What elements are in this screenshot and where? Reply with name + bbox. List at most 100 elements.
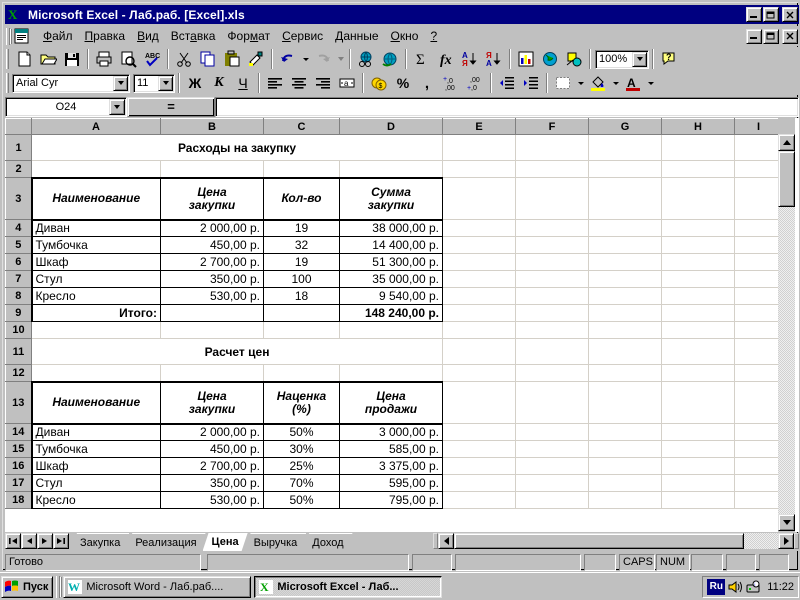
fill-color-icon[interactable] bbox=[586, 72, 610, 94]
cell-f10[interactable] bbox=[515, 321, 589, 339]
cell-t2-r3-name[interactable]: Стул bbox=[30, 474, 161, 492]
cell-t2-r1-price[interactable]: 450,00 р. bbox=[160, 440, 264, 458]
cell-t1-hdr-qty[interactable]: Кол-во bbox=[263, 176, 340, 220]
doc-close-button[interactable] bbox=[782, 28, 798, 44]
cell-t1-r1-name[interactable]: Тумбочка bbox=[30, 236, 161, 254]
align-center-icon[interactable] bbox=[287, 72, 311, 94]
cell-t1-r0-name[interactable]: Диван bbox=[30, 218, 161, 237]
currency-icon[interactable]: $ bbox=[367, 72, 391, 94]
cell-e18[interactable] bbox=[442, 491, 516, 509]
menu-item-file[interactable]: Файл bbox=[37, 27, 79, 45]
cell-g14[interactable] bbox=[588, 423, 662, 441]
cell-t2-r2-name[interactable]: Шкаф bbox=[30, 457, 161, 475]
cell-i9[interactable] bbox=[734, 304, 783, 322]
horizontal-scroll-thumb[interactable] bbox=[454, 533, 744, 549]
sheet-tab-dohod[interactable]: Доход bbox=[303, 533, 352, 550]
row-header-17[interactable]: 17 bbox=[5, 474, 32, 492]
cell-g10[interactable] bbox=[588, 321, 662, 339]
chart-wizard-icon[interactable] bbox=[514, 48, 538, 70]
insert-hyperlink-icon[interactable] bbox=[354, 48, 378, 70]
standard-toolbar-gripper[interactable] bbox=[6, 49, 9, 69]
print-icon[interactable] bbox=[92, 48, 116, 70]
cell-t2-r0-price[interactable]: 2 000,00 р. bbox=[160, 422, 264, 441]
cell-f3[interactable] bbox=[515, 177, 589, 220]
cell-h4[interactable] bbox=[661, 219, 735, 237]
cell-f9[interactable] bbox=[515, 304, 589, 322]
row-header-1[interactable]: 1 bbox=[5, 134, 32, 161]
comma-icon[interactable]: , bbox=[415, 72, 439, 94]
cell-t2-r4-sale[interactable]: 795,00 р. bbox=[339, 491, 443, 509]
cell-t2-r3-sale[interactable]: 595,00 р. bbox=[339, 474, 443, 492]
cell-i17[interactable] bbox=[734, 474, 783, 492]
cell-t1-r2-qty[interactable]: 19 bbox=[263, 253, 340, 271]
language-indicator[interactable]: Ru bbox=[707, 578, 726, 595]
scroll-down-button[interactable] bbox=[778, 514, 795, 531]
cell-t1-hdr-name[interactable]: Наименование bbox=[30, 176, 161, 220]
row-header-12[interactable]: 12 bbox=[5, 364, 32, 382]
select-all-corner[interactable] bbox=[5, 118, 32, 135]
next-sheet-icon[interactable] bbox=[37, 533, 53, 549]
cell-i1[interactable] bbox=[734, 134, 783, 161]
map-icon[interactable] bbox=[538, 48, 562, 70]
cell-b12[interactable] bbox=[160, 364, 264, 382]
open-folder-icon[interactable] bbox=[36, 48, 60, 70]
cell-g1[interactable] bbox=[588, 134, 662, 161]
cell-g8[interactable] bbox=[588, 287, 662, 305]
column-header-f[interactable]: F bbox=[515, 118, 589, 135]
cell-t1-r1-qty[interactable]: 32 bbox=[263, 236, 340, 254]
row-header-10[interactable]: 10 bbox=[5, 321, 32, 339]
row-header-7[interactable]: 7 bbox=[5, 270, 32, 288]
cell-t1-r4-price[interactable]: 530,00 р. bbox=[160, 287, 264, 305]
row-header-14[interactable]: 14 bbox=[5, 423, 32, 441]
row-header-9[interactable]: 9 bbox=[5, 304, 32, 322]
prev-sheet-icon[interactable] bbox=[21, 533, 37, 549]
cell-h2[interactable] bbox=[661, 160, 735, 178]
menu-item-format[interactable]: Формат bbox=[221, 27, 276, 45]
cell-g18[interactable] bbox=[588, 491, 662, 509]
cell-i2[interactable] bbox=[734, 160, 783, 178]
cell-f5[interactable] bbox=[515, 236, 589, 254]
cell-i7[interactable] bbox=[734, 270, 783, 288]
cell-d12[interactable] bbox=[339, 364, 443, 382]
minimize-button[interactable] bbox=[746, 7, 762, 22]
cell-t1-total-blank2[interactable] bbox=[263, 304, 340, 322]
cell-t1-r2-name[interactable]: Шкаф bbox=[30, 253, 161, 271]
sheet-tab-realizaciya[interactable]: Реализация bbox=[126, 533, 205, 550]
cell-h17[interactable] bbox=[661, 474, 735, 492]
cell-h6[interactable] bbox=[661, 253, 735, 271]
cell-g9[interactable] bbox=[588, 304, 662, 322]
cell-b2[interactable] bbox=[160, 160, 264, 178]
edit-formula-button[interactable]: = bbox=[127, 96, 215, 117]
cell-h14[interactable] bbox=[661, 423, 735, 441]
cell-g12[interactable] bbox=[588, 364, 662, 382]
copy-icon[interactable] bbox=[196, 48, 220, 70]
column-header-d[interactable]: D bbox=[339, 118, 443, 135]
menu-item-view[interactable]: Вид bbox=[131, 27, 165, 45]
cell-g5[interactable] bbox=[588, 236, 662, 254]
restore-button[interactable] bbox=[763, 7, 779, 22]
cell-f13[interactable] bbox=[515, 381, 589, 424]
sheet-tab-cena[interactable]: Цена bbox=[203, 533, 248, 551]
cell-t1-r0-qty[interactable]: 19 bbox=[263, 218, 340, 237]
cell-h13[interactable] bbox=[661, 381, 735, 424]
row-header-13[interactable]: 13 bbox=[5, 381, 32, 424]
cell-d10[interactable] bbox=[339, 321, 443, 339]
row-header-18[interactable]: 18 bbox=[5, 491, 32, 509]
save-disk-icon[interactable] bbox=[60, 48, 84, 70]
cell-h11[interactable] bbox=[661, 338, 735, 365]
cell-e13[interactable] bbox=[442, 381, 516, 424]
cell-t2-hdr-markup[interactable]: Наценка (%) bbox=[263, 380, 340, 424]
zoom-dropdown-arrow[interactable] bbox=[632, 51, 647, 67]
cell-t1-total-value[interactable]: 148 240,00 р. bbox=[339, 304, 443, 322]
cell-i14[interactable] bbox=[734, 423, 783, 441]
cell-t2-hdr-price[interactable]: Цена закупки bbox=[160, 380, 264, 424]
cell-t1-r3-name[interactable]: Стул bbox=[30, 270, 161, 288]
cell-g2[interactable] bbox=[588, 160, 662, 178]
row-header-3[interactable]: 3 bbox=[5, 177, 32, 220]
close-button[interactable] bbox=[782, 7, 798, 22]
column-header-e[interactable]: E bbox=[442, 118, 516, 135]
cell-i16[interactable] bbox=[734, 457, 783, 475]
cell-t2-r4-markup[interactable]: 50% bbox=[263, 491, 340, 509]
cell-t1-r4-sum[interactable]: 9 540,00 р. bbox=[339, 287, 443, 305]
cell-i3[interactable] bbox=[734, 177, 783, 220]
